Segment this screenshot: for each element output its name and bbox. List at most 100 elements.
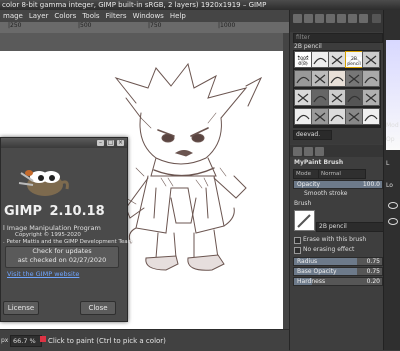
erase-label: Erase with this brush <box>303 236 367 243</box>
last-checked-text: ast checked on 02/27/2020 <box>17 256 107 264</box>
brush-grid: 100x 0(8) 2B pencil <box>293 50 381 128</box>
brush-cell[interactable] <box>328 108 346 125</box>
ruler-label: |500 <box>78 22 92 29</box>
radius-label: Radius <box>297 258 318 265</box>
images-tab-icon[interactable] <box>337 14 346 23</box>
dialog-authors: . Peter Mattis and the GIMP Development … <box>3 239 133 245</box>
visibility-eye-icon[interactable] <box>388 218 398 225</box>
layer-thumbnail[interactable] <box>386 40 400 150</box>
mode-label: Mode <box>293 169 319 179</box>
ruler-label: |1000 <box>218 22 236 29</box>
brush-stroke-icon <box>347 95 361 103</box>
menu-help[interactable]: Help <box>167 12 189 20</box>
opacity-value: 100.0 <box>362 181 380 188</box>
brush-cell[interactable] <box>311 70 329 87</box>
window-title-bar: color 8-bit gamma integer, GIMP built-in… <box>0 0 400 10</box>
brush-cell[interactable] <box>311 108 329 125</box>
base-opacity-slider[interactable]: Base Opacity 0.75 <box>293 267 383 276</box>
menu-layer[interactable]: Layer <box>26 12 52 20</box>
brush-cell[interactable] <box>362 89 380 106</box>
no-erasing-checkbox[interactable] <box>294 247 301 254</box>
tool-options-tab-icon[interactable] <box>293 147 302 156</box>
brush-cell[interactable]: 100x 0(8) <box>294 51 312 68</box>
opacity-slider[interactable]: Opacity 100.0 <box>293 180 383 189</box>
brushes-tab-icon[interactable] <box>293 14 302 23</box>
brush-cell[interactable]: 2B pencil <box>345 51 363 68</box>
units-label[interactable]: px <box>1 337 8 344</box>
close-icon[interactable]: × <box>117 140 124 146</box>
hardness-label: Hardness <box>297 278 326 285</box>
smooth-stroke-label[interactable]: Smooth stroke <box>304 190 348 197</box>
version-number: 2.10.18 <box>49 204 105 219</box>
brush-stroke-icon <box>296 76 310 84</box>
undo-history-tab-icon[interactable] <box>315 147 324 156</box>
opacity-label: Opacity <box>297 181 321 188</box>
brush-cell[interactable] <box>311 51 329 68</box>
check-updates-button[interactable]: Check for updates ast checked on 02/27/2… <box>5 246 119 268</box>
brush-stroke-icon <box>313 95 327 103</box>
dock-menu-icon[interactable] <box>372 14 381 23</box>
brush-cell[interactable] <box>294 108 312 125</box>
fonts-tab-icon[interactable] <box>315 14 324 23</box>
brush-cell[interactable] <box>345 108 363 125</box>
brush-tag-bar: deevad. <box>290 128 384 144</box>
mode-select[interactable]: Normal <box>318 169 366 179</box>
device-status-tab-icon[interactable] <box>304 147 313 156</box>
brush-cell[interactable] <box>345 89 363 106</box>
website-link[interactable]: Visit the GIMP website <box>7 270 79 278</box>
brush-stroke-icon <box>365 93 377 103</box>
brush-cell[interactable] <box>294 70 312 87</box>
zoom-select[interactable]: 66.7 % <box>10 335 42 347</box>
ruler-label: |250 <box>8 22 22 29</box>
maximize-icon[interactable]: □ <box>107 140 114 146</box>
brush-cell[interactable] <box>345 70 363 87</box>
about-dialog: – □ × GIMP 2.10.18 l Image Manipulation … <box>0 137 133 322</box>
brush-stroke-icon <box>314 112 326 122</box>
patterns-tab-icon[interactable] <box>304 14 313 23</box>
erase-checkbox[interactable] <box>294 237 301 244</box>
brush-filter-input[interactable]: filter <box>293 33 383 43</box>
tool-options-panel: MyPaint Brush Mode Normal Opacity 100.0 … <box>290 157 385 350</box>
menu-windows[interactable]: Windows <box>130 12 167 20</box>
license-button[interactable]: License <box>3 301 39 315</box>
hardness-slider[interactable]: Hardness 0.20 <box>293 277 383 286</box>
radius-slider[interactable]: Radius 0.75 <box>293 257 383 266</box>
brush-name-field[interactable]: 2B pencil <box>316 222 385 232</box>
close-button[interactable]: Close <box>80 301 116 315</box>
no-erasing-label: No erasing effect <box>303 246 355 253</box>
brush-cell[interactable] <box>362 51 380 68</box>
menu-image[interactable]: mage <box>0 12 26 20</box>
minimize-icon[interactable]: – <box>97 140 104 146</box>
menu-filters[interactable]: Filters <box>103 12 130 20</box>
status-message: Click to paint (Ctrl to pick a color) <box>48 337 166 345</box>
palettes-tab-icon[interactable] <box>359 14 368 23</box>
layers-dock-strip: Mod Op Lo L <box>383 10 400 350</box>
brush-stroke-icon <box>365 55 377 65</box>
gradients-tab-icon[interactable] <box>348 14 357 23</box>
gimp-logo <box>18 170 69 196</box>
brush-stroke-icon <box>348 112 360 122</box>
brush-cell[interactable] <box>311 89 329 106</box>
brush-label: Brush <box>294 200 312 207</box>
layers-label: L <box>386 160 390 167</box>
document-history-tab-icon[interactable] <box>326 14 335 23</box>
brush-stroke-icon <box>330 114 344 122</box>
brush-cell[interactable] <box>328 51 346 68</box>
brush-stroke-icon <box>314 74 326 84</box>
menubar: mage Layer Colors Tools Filters Windows … <box>0 10 289 22</box>
radius-value: 0.75 <box>366 258 380 265</box>
visibility-eye-icon[interactable] <box>388 202 398 209</box>
brush-cell[interactable] <box>294 89 312 106</box>
brush-tag-input[interactable]: deevad. <box>293 130 332 140</box>
brush-stroke-icon <box>364 114 378 122</box>
horizontal-ruler[interactable]: |250 |500 |750 |1000 <box>0 22 289 33</box>
brush-cell[interactable] <box>362 108 380 125</box>
version-heading: GIMP 2.10.18 <box>1 204 127 219</box>
brush-cell[interactable] <box>328 70 346 87</box>
brush-cell[interactable] <box>362 70 380 87</box>
brush-preview[interactable] <box>294 210 315 231</box>
brush-stroke-icon <box>364 76 378 84</box>
menu-tools[interactable]: Tools <box>79 12 102 20</box>
brush-cell[interactable] <box>328 89 346 106</box>
menu-colors[interactable]: Colors <box>51 12 79 20</box>
